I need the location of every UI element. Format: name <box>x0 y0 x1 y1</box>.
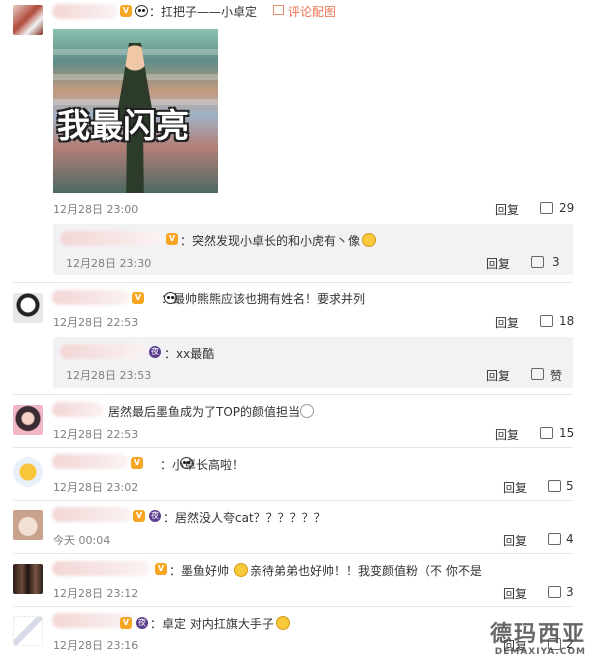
reply-username-blurred[interactable] <box>60 231 163 246</box>
avatar[interactable] <box>13 457 43 487</box>
comment-time: 12月28日 23:02 <box>53 481 139 494</box>
like-count[interactable]: 29 <box>559 201 574 215</box>
vip-badge-icon: V <box>120 617 132 629</box>
image-caption: 我最闪亮 <box>57 106 189 145</box>
like-icon[interactable] <box>540 427 553 439</box>
comment-time: 12月28日 22:53 <box>53 316 139 329</box>
reply-button[interactable]: 回复 <box>495 426 519 443</box>
avatar[interactable] <box>13 5 43 35</box>
emoji-icon <box>362 233 376 247</box>
username-blurred[interactable] <box>52 454 128 469</box>
reply-button[interactable]: 回复 <box>503 532 527 549</box>
reply-button[interactable]: 回复 <box>503 585 527 602</box>
comment-text: ：扛把子——小卓定 <box>149 5 258 19</box>
like-icon[interactable] <box>548 533 561 545</box>
reply-button[interactable]: 回复 <box>503 479 527 496</box>
like-count[interactable]: 赞 <box>550 367 562 384</box>
like-icon[interactable] <box>540 202 553 214</box>
panda-icon <box>135 5 148 17</box>
comment-text: ：卓定 对内扛旗大手子 <box>150 617 274 631</box>
like-count[interactable]: 4 <box>566 532 574 546</box>
vip-badge-icon: V <box>166 233 178 245</box>
divider <box>13 553 573 554</box>
vip-badge-icon: V <box>131 457 143 469</box>
watermark-url: DEMAXIYA.COM <box>494 647 586 657</box>
emoji-icon <box>276 616 290 630</box>
divider <box>13 282 573 283</box>
comment-time: 12月28日 23:12 <box>53 587 139 600</box>
avatar[interactable] <box>13 510 43 540</box>
night-badge-icon: 夜 <box>136 617 148 629</box>
image-icon[interactable] <box>273 5 284 15</box>
reply-username-blurred[interactable] <box>60 344 146 359</box>
avatar[interactable] <box>13 616 43 646</box>
divider <box>13 500 573 501</box>
comment-time: 12月28日 23:16 <box>53 639 139 652</box>
reply-button[interactable]: 回复 <box>495 314 519 331</box>
reply-button[interactable]: 回复 <box>495 201 519 218</box>
comment-time: 今天 00:04 <box>53 534 111 547</box>
like-count[interactable]: 15 <box>559 426 574 440</box>
username-blurred[interactable] <box>52 4 118 19</box>
comment-text: ：墨鱼好帅 <box>169 564 230 578</box>
comment-time: 12月28日 23:00 <box>53 203 139 216</box>
reply-text: ：突然发现小卓长的和小虎有丶像 <box>180 234 361 248</box>
vip-badge-icon: V <box>155 563 167 575</box>
username-blurred[interactable] <box>52 561 150 576</box>
divider <box>13 606 573 607</box>
divider <box>13 394 573 395</box>
like-icon[interactable] <box>548 480 561 492</box>
comment-text: ：居然没人夸cat？？？？？？ <box>163 511 326 525</box>
like-count[interactable]: 18 <box>559 314 574 328</box>
reply-time: 12月28日 23:53 <box>66 369 152 382</box>
like-icon[interactable] <box>531 256 544 268</box>
avatar[interactable] <box>13 293 43 323</box>
reply-time: 12月28日 23:30 <box>66 257 152 270</box>
reply-button[interactable]: 回复 <box>486 367 510 384</box>
username-blurred[interactable] <box>52 507 132 522</box>
like-icon[interactable] <box>540 315 553 327</box>
like-count[interactable]: 3 <box>566 585 574 599</box>
reply-text: ：xx最酷 <box>164 347 215 361</box>
night-badge-icon: 夜 <box>149 510 161 522</box>
comment-image[interactable]: 我最闪亮 <box>53 29 218 193</box>
reply-button[interactable]: 回复 <box>486 255 510 272</box>
divider <box>13 447 573 448</box>
like-count[interactable]: 5 <box>566 479 574 493</box>
comment-text: ：最帅熊熊应该也拥有姓名！要求并列 <box>161 292 366 306</box>
comment-text: ：小卓长高啦！ <box>160 458 245 472</box>
comment-text-continued: 亲待弟弟也好帅！！我变颜值粉（不 你不是 <box>250 564 482 578</box>
emoji-icon <box>300 404 314 418</box>
like-icon[interactable] <box>548 586 561 598</box>
vip-badge-icon: V <box>133 510 145 522</box>
comment-image-link[interactable]: 评论配图 <box>288 3 336 20</box>
comment-text: 居然最后墨鱼成为了TOP的颜值担当 <box>108 405 301 419</box>
username-blurred[interactable] <box>52 290 130 305</box>
watermark-title: 德玛西亚 <box>489 622 586 647</box>
site-watermark: 德玛西亚 DEMAXIYA.COM <box>489 622 586 658</box>
avatar[interactable] <box>13 405 43 435</box>
vip-badge-icon: V <box>132 292 144 304</box>
avatar[interactable] <box>13 564 43 594</box>
username-blurred[interactable] <box>52 402 104 417</box>
vip-badge-icon: V <box>120 5 132 17</box>
emoji-icon <box>234 563 248 577</box>
like-icon[interactable] <box>531 368 544 380</box>
comment-time: 12月28日 22:53 <box>53 428 139 441</box>
night-badge-icon: 夜 <box>149 346 161 358</box>
like-count[interactable]: 3 <box>552 255 560 269</box>
